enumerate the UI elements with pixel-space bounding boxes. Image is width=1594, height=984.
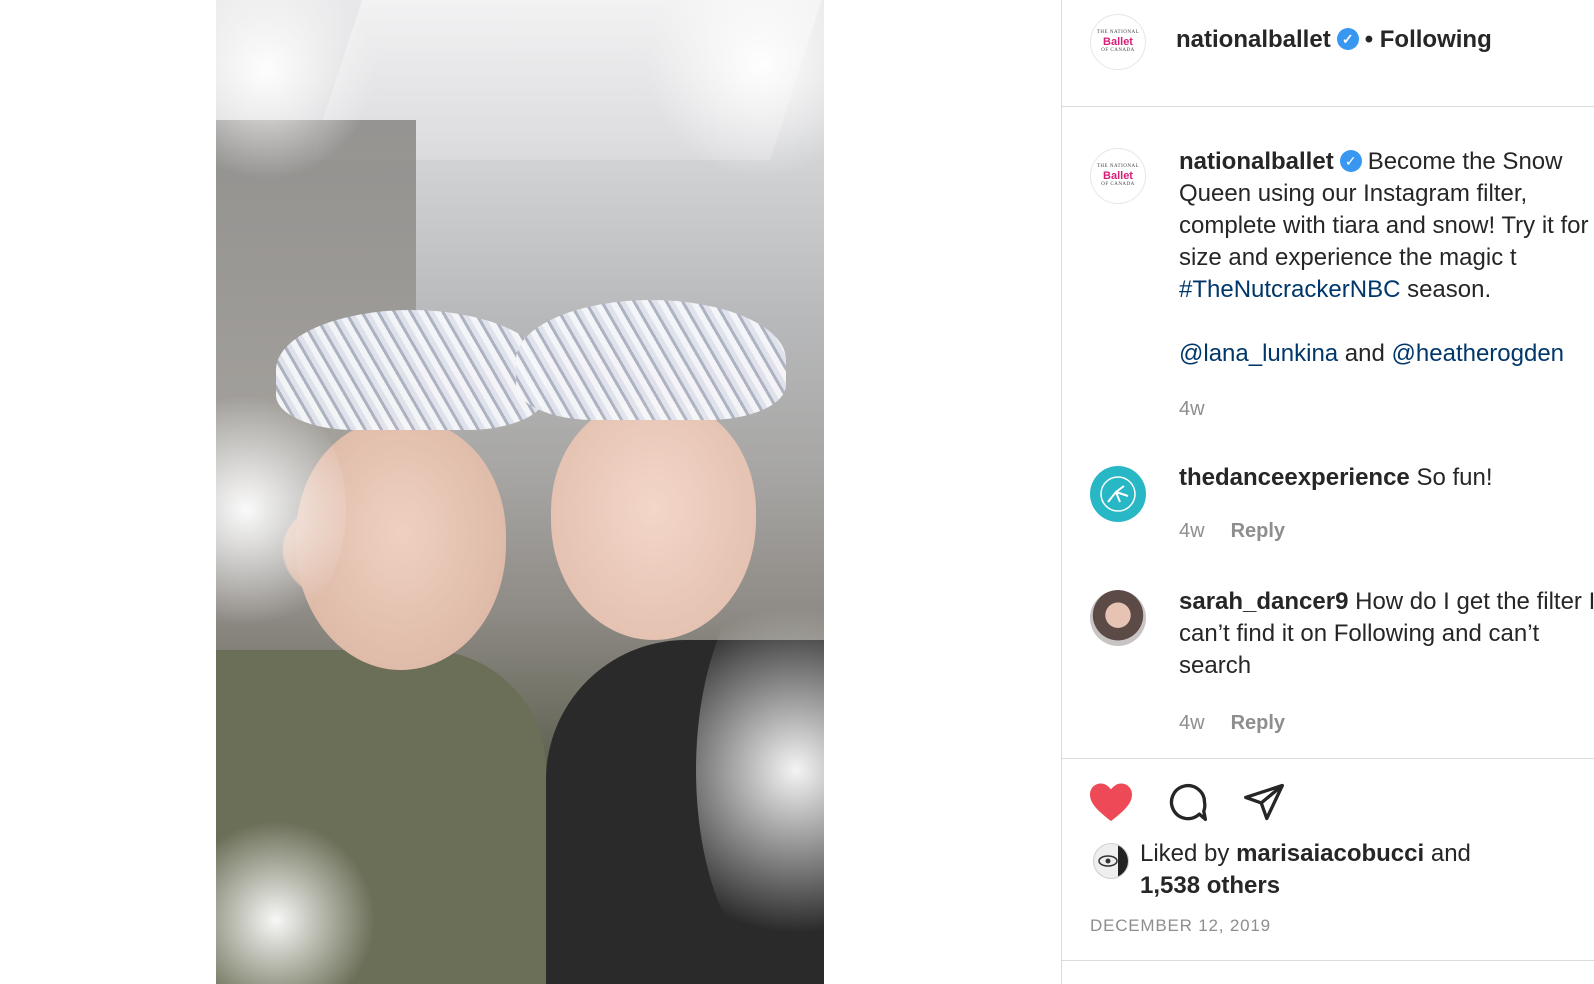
mention-link[interactable]: @lana_lunkina (1179, 340, 1338, 367)
comment-meta: 4w Reply (1179, 712, 1285, 735)
follow-status[interactable]: • Following (1365, 26, 1492, 53)
photo-tiara-right (516, 300, 786, 420)
eye-art-icon (1098, 844, 1128, 878)
comment-timestamp: 4w (1179, 712, 1205, 734)
photo-face-right (551, 400, 756, 640)
footer-divider (1062, 960, 1594, 961)
avatar-text: Ballet (1103, 36, 1133, 48)
likes-count[interactable]: 1,538 others (1140, 872, 1280, 899)
comment-text: So fun! (1416, 464, 1493, 491)
actions-divider (1062, 758, 1594, 759)
liker-avatar[interactable] (1093, 843, 1129, 879)
comment-username[interactable]: sarah_dancer9 (1179, 588, 1348, 615)
caption: nationalballet ✓ Become the Snow Queen usi… (1179, 146, 1591, 306)
verified-badge-icon: ✓ (1339, 149, 1362, 172)
avatar-text: Ballet (1103, 170, 1133, 182)
caption-text: and (1338, 340, 1392, 367)
likes-summary: Liked by marisaiacobucci and 1,538 other… (1140, 838, 1471, 902)
panel-divider (1061, 0, 1062, 984)
comment-username[interactable]: thedanceexperience (1179, 464, 1410, 491)
commenter-avatar[interactable] (1090, 466, 1146, 522)
likes-mid: and (1424, 840, 1471, 867)
post-date[interactable]: DECEMBER 12, 2019 (1090, 916, 1271, 936)
comment: sarah_dancer9 How do I get the filter I … (1179, 586, 1594, 682)
header-divider (1062, 106, 1594, 107)
post-actions (1088, 780, 1286, 824)
avatar-text: OF CANADA (1101, 182, 1135, 187)
heart-icon[interactable] (1088, 781, 1134, 823)
caption-avatar[interactable]: THE NATIONAL Ballet OF CANADA (1090, 148, 1146, 204)
dancer-logo-icon (1100, 476, 1136, 512)
post-photo[interactable] (216, 0, 824, 984)
avatar-text: OF CANADA (1101, 48, 1135, 53)
caption-text: season. (1400, 276, 1492, 303)
caption-mentions: @lana_lunkina and @heatherogden (1179, 338, 1594, 370)
verified-badge-icon: ✓ (1336, 27, 1359, 50)
photo-tiara-left (276, 310, 546, 430)
comment-timestamp: 4w (1179, 520, 1205, 542)
liker-username[interactable]: marisaiacobucci (1236, 840, 1424, 867)
caption-timestamp: 4w (1179, 398, 1205, 420)
caption-username[interactable]: nationalballet (1179, 148, 1334, 175)
share-icon[interactable] (1242, 780, 1286, 824)
comment-meta: 4w Reply (1179, 520, 1285, 543)
author-avatar[interactable]: THE NATIONAL Ballet OF CANADA (1090, 14, 1146, 70)
commenter-avatar[interactable] (1090, 590, 1146, 646)
reply-button[interactable]: Reply (1231, 712, 1285, 734)
hashtag-link[interactable]: #TheNutcrackerNBC (1179, 276, 1400, 303)
mention-link[interactable]: @heatherogden (1392, 340, 1565, 367)
comment: thedanceexperience So fun! (1179, 462, 1594, 494)
reply-button[interactable]: Reply (1231, 520, 1285, 542)
comment-icon[interactable] (1166, 780, 1210, 824)
likes-prefix: Liked by (1140, 840, 1237, 867)
author-username[interactable]: nationalballet (1176, 26, 1331, 53)
post-header: nationalballet ✓ • Following (1176, 26, 1492, 54)
